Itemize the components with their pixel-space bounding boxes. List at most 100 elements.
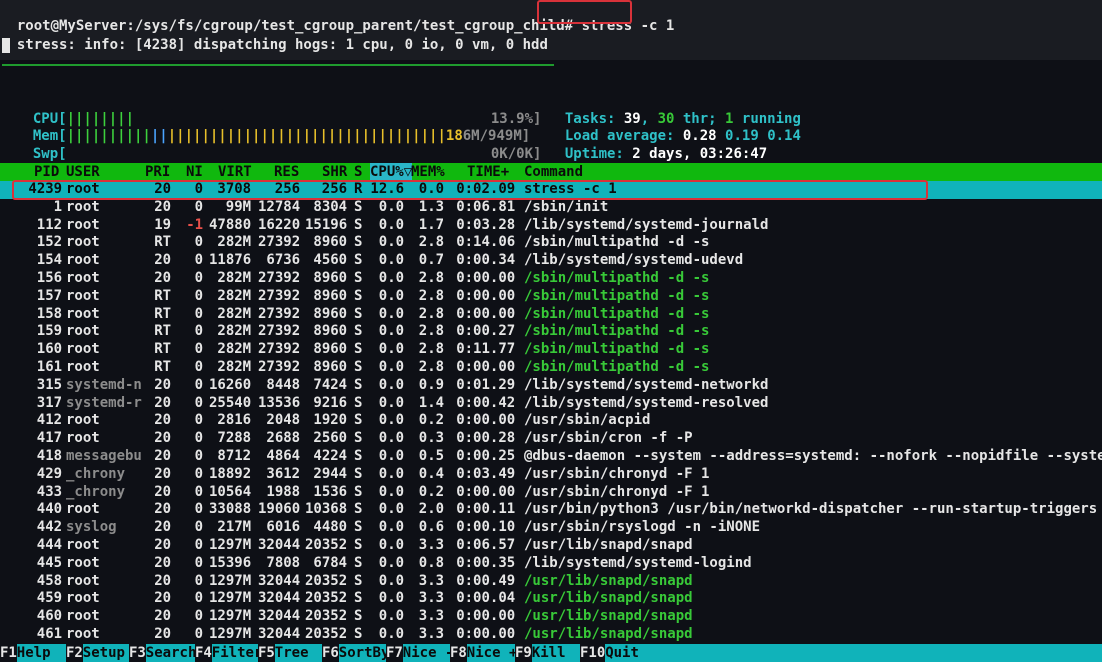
function-key-label-quit[interactable]: Quit (605, 644, 639, 662)
process-virt: 18892 (209, 465, 252, 482)
process-user: root (66, 323, 100, 340)
function-key-f10[interactable]: F10 (580, 644, 606, 662)
process-ni: 0 (194, 554, 204, 571)
function-key-f4[interactable]: F4 (195, 644, 212, 662)
process-row[interactable]: 440 root 20 0 33088 19060 10368 S 0.0 2.0 0:00.11 /… (0, 501, 1102, 519)
process-s: S (354, 590, 363, 607)
process-row[interactable]: 154 root 20 0 11876 6736 4560 S 0.0 0.7 0:00.34/li… (0, 252, 1102, 270)
process-pid: 442 (36, 519, 63, 536)
process-row[interactable]: 461 root 20 0 1297M 32044 20352 S 0.0 3.3 0:00.00 /… (0, 626, 1102, 644)
process-mem: 2.0 (418, 501, 445, 518)
swp-meter-label: Swp[ (32, 145, 67, 162)
process-row[interactable]: 161 root RT 0 282M 27392 8960 S 0.0 2.8 0:00.00/sb… (0, 359, 1102, 377)
process-row[interactable]: 158 root RT 0 282M 27392 8960 S 0.0 2.8 0:00.00/sb… (0, 306, 1102, 324)
mem-meter-bar-buffers: || (150, 127, 168, 144)
column-header-cpu[interactable]: CPU%▽ (370, 163, 413, 181)
process-time: 0:00.28 (456, 430, 516, 447)
mem-meter-value-prefix: 18 (445, 127, 463, 144)
process-row[interactable]: 444 root 20 0 1297M 32044 20352 S 0.0 3.3 0:06.57 /… (0, 537, 1102, 555)
process-row[interactable]: 433 _chrony 20 0 10564 1988 1536 S 0.0 0.2 0:00.00… (0, 484, 1102, 502)
function-key-label-kill[interactable]: Kill (532, 644, 566, 662)
process-mem: 3.3 (418, 537, 445, 553)
process-mem: 3.3 (418, 572, 445, 589)
process-cmd: /sbin/multipathd -d -s (524, 359, 710, 375)
process-time: 0:06.57 (456, 537, 516, 553)
process-s: S (354, 430, 363, 447)
process-row[interactable]: 1 root 20 0 99M 12784 8304 S 0.0 1.3 0:06.81/sbin/… (0, 199, 1102, 217)
process-row[interactable]: 160 root RT 0 282M 27392 8960 S 0.0 2.8 0:11.77/sb… (0, 341, 1102, 359)
function-key-f2[interactable]: F2 (66, 644, 83, 662)
function-key-label-help[interactable]: Help (17, 644, 51, 662)
column-header-virt[interactable]: VIRT (218, 163, 252, 181)
process-virt: 1297M (209, 590, 252, 607)
process-mem: 2.8 (418, 270, 445, 286)
process-shr: 8960 (313, 270, 348, 286)
function-key-label-nice[interactable]: Nice - (403, 644, 454, 662)
process-row[interactable]: 159 root RT 0 282M 27392 8960 S 0.0 2.8 0:00.27/sb… (0, 323, 1102, 341)
process-cpu: 0.0 (378, 501, 405, 518)
function-key-f7[interactable]: F7 (386, 644, 403, 662)
function-key-label-sortby[interactable]: SortBy (339, 644, 390, 662)
process-row[interactable]: 442 syslog 20 0 217M 6016 4480 S 0.0 0.6 0:00.10/u… (0, 519, 1102, 537)
process-pri: 20 (154, 519, 172, 536)
process-pri: 20 (154, 537, 172, 553)
column-header-mem[interactable]: MEM% (411, 163, 445, 181)
column-header-ni[interactable]: NI (186, 163, 203, 181)
process-pri: 20 (154, 590, 172, 607)
column-header-pri[interactable]: PRI (145, 163, 170, 181)
process-row[interactable]: 315 systemd-n 20 0 16260 8448 7424 S 0.0 0.9 0:01.… (0, 377, 1102, 395)
function-key-f3[interactable]: F3 (129, 644, 146, 662)
function-key-f8[interactable]: F8 (450, 644, 467, 662)
process-row[interactable]: 429 _chrony 20 0 18892 3612 2944 S 0.0 0.4 0:03.49… (0, 466, 1102, 484)
process-table-header: PID USER PRI NI VIRT RES SHR S CPU%▽ MEM… (0, 163, 1102, 181)
function-key-f6[interactable]: F6 (322, 644, 339, 662)
process-ni: 0 (194, 448, 204, 464)
process-pid: 459 (36, 590, 63, 607)
function-key-label-filter[interactable]: Filter (212, 644, 263, 662)
process-pid: 460 (36, 608, 63, 625)
column-header-shr[interactable]: SHR (322, 163, 347, 181)
column-header-user[interactable]: USER (66, 163, 100, 181)
function-key-label-tree[interactable]: Tree (275, 644, 309, 662)
column-header-res[interactable]: RES (274, 163, 299, 181)
command-highlight-box (537, 0, 632, 24)
process-pid: 157 (36, 287, 63, 304)
function-key-label-search[interactable]: Search (146, 644, 197, 662)
function-key-f1[interactable]: F1 (0, 644, 17, 662)
process-row[interactable]: 460 root 20 0 1297M 32044 20352 S 0.0 3.3 0:00.00 /… (0, 608, 1102, 626)
process-row[interactable]: 112 root 19 -1 47880 16220 15196 S 0.0 1.7 0:03.28… (0, 217, 1102, 235)
process-row[interactable]: 418 messagebu 20 0 8712 4864 4224 S 0.0 0.5 0:00.2… (0, 448, 1102, 466)
column-header-pid[interactable]: PID (34, 163, 59, 181)
column-header-command[interactable]: Command (524, 163, 583, 181)
process-cmd: /sbin/init (524, 198, 609, 215)
process-pid: 112 (36, 216, 63, 233)
column-header-state[interactable]: S (354, 163, 362, 181)
process-row[interactable]: 156 root 20 0 282M 27392 8960 S 0.0 2.8 0:00.00/sb… (0, 270, 1102, 288)
function-key-f5[interactable]: F5 (258, 644, 275, 662)
process-row[interactable]: 417 root 20 0 7288 2688 2560 S 0.0 0.3 0:00.28/usr… (0, 430, 1102, 448)
process-row[interactable]: 152 root RT 0 282M 27392 8960 S 0.0 2.8 0:14.06/sb… (0, 234, 1102, 252)
process-pri: 20 (154, 465, 172, 482)
function-key-f9[interactable]: F9 (515, 644, 532, 662)
process-row[interactable]: 459 root 20 0 1297M 32044 20352 S 0.0 3.3 0:00.04 /… (0, 590, 1102, 608)
function-key-label-setup[interactable]: Setup (83, 644, 125, 662)
process-virt: 99M (225, 198, 252, 215)
process-mem: 0.4 (418, 465, 445, 482)
process-user: root (66, 252, 100, 269)
process-row[interactable]: 412 root 20 0 2816 2048 1920 S 0.0 0.2 0:00.00/usr… (0, 412, 1102, 430)
process-row[interactable]: 458 root 20 0 1297M 32044 20352 S 0.0 3.3 0:00.49 /… (0, 573, 1102, 591)
process-shr: 6784 (313, 554, 348, 571)
process-row[interactable]: 157 root RT 0 282M 27392 8960 S 0.0 2.8 0:00.00/sb… (0, 288, 1102, 306)
process-cpu: 0.0 (378, 448, 405, 464)
process-s: S (354, 554, 363, 571)
process-res: 1988 (266, 483, 301, 500)
process-res: 4864 (266, 448, 301, 464)
process-row[interactable]: 445 root 20 0 15396 7808 6784 S 0.0 0.8 0:00.35/li… (0, 555, 1102, 573)
column-header-time[interactable]: TIME+ (467, 163, 509, 181)
process-row[interactable]: 317 systemd-r 20 0 25540 13536 9216 S 0.0 1.4 0:00… (0, 395, 1102, 413)
process-s: S (354, 394, 363, 411)
swp-meter: Swp[ (16, 128, 67, 162)
terminal-cursor (2, 38, 10, 53)
process-shr: 8960 (313, 323, 348, 340)
function-key-label-nice[interactable]: Nice + (467, 644, 518, 662)
